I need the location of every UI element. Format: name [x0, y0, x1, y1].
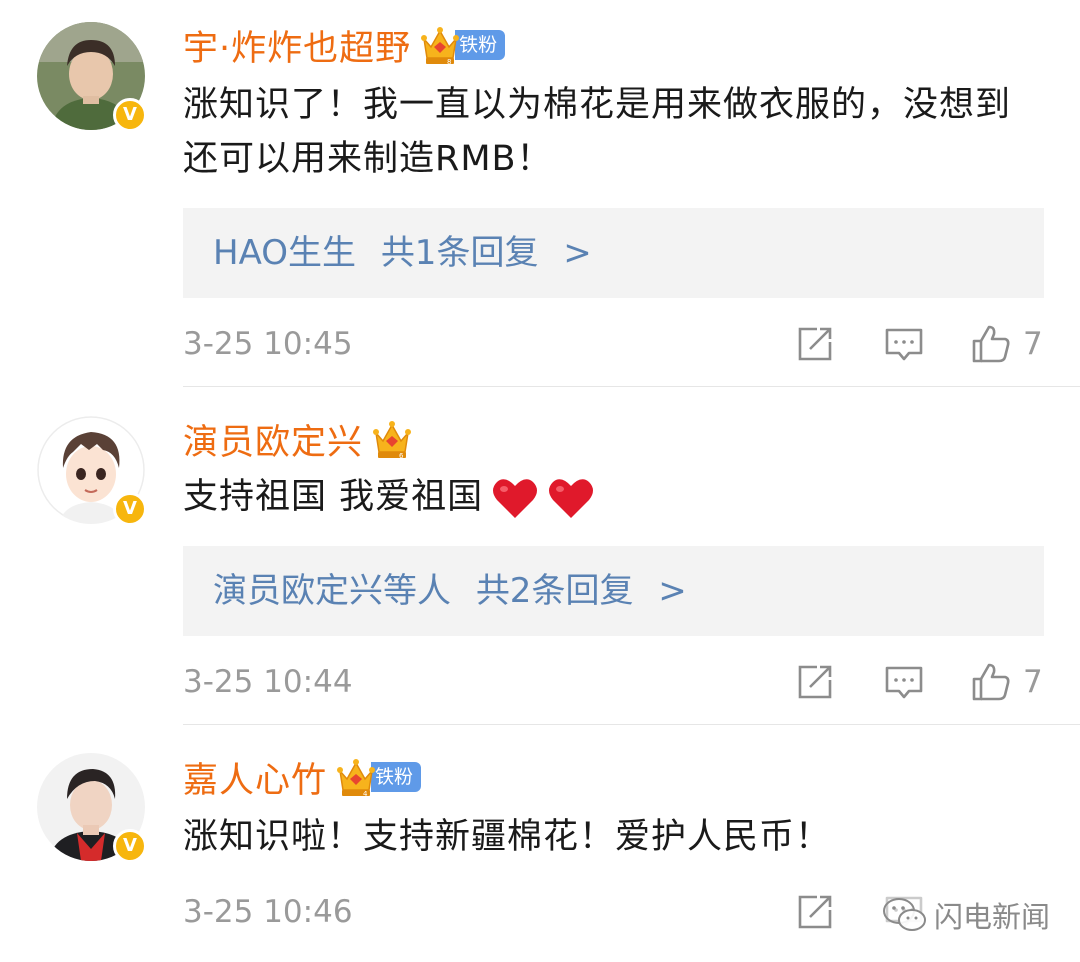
comment-meta: 3-25 10:45 7 [183, 319, 1048, 369]
watermark: 闪电新闻 [882, 893, 1051, 937]
heart-icon [493, 479, 538, 518]
comment-icon[interactable] [883, 661, 925, 703]
comment-text-body: 支持祖国 我爱祖国 [183, 477, 484, 517]
wechat-icon [883, 898, 926, 931]
share-icon[interactable] [794, 891, 836, 933]
watermark-text: 闪电新闻 [934, 900, 1051, 934]
crown-badge-icon: 8 [421, 25, 460, 66]
like-icon[interactable] [970, 323, 1012, 365]
divider [183, 386, 1080, 387]
timestamp: 3-25 10:46 [183, 894, 353, 930]
verified-badge-icon: V [113, 98, 147, 132]
like-icon[interactable] [970, 661, 1012, 703]
username[interactable]: 宇·炸炸也超野 [183, 20, 411, 71]
svg-text:6: 6 [399, 452, 404, 459]
chevron-right-icon: > [563, 233, 592, 273]
share-icon[interactable] [794, 323, 836, 365]
like-count: 7 [1023, 664, 1043, 700]
timestamp: 3-25 10:44 [183, 664, 353, 700]
avatar[interactable]: V [37, 22, 147, 132]
comment-text: 支持祖国 我爱祖国 [183, 470, 1043, 524]
svg-text:8: 8 [447, 58, 451, 65]
share-icon[interactable] [794, 661, 836, 703]
username[interactable]: 演员欧定兴 [183, 414, 363, 465]
verified-badge-icon: V [113, 492, 147, 526]
username-row: 嘉人心竹 4 铁粉 [183, 752, 422, 803]
comment-meta: 3-25 10:44 7 [183, 657, 1048, 707]
avatar[interactable]: V [37, 416, 147, 526]
chevron-right-icon: > [658, 571, 687, 611]
avatar[interactable]: V [37, 753, 147, 863]
divider [183, 724, 1080, 725]
username-row: 宇·炸炸也超野 8 铁粉 [183, 20, 506, 71]
comment-icon[interactable] [883, 323, 925, 365]
comment-text: 涨知识了！我一直以为棉花是用来做衣服的，没想到还可以用来制造RMB！ [183, 85, 1012, 179]
crown-badge-icon: 6 [373, 419, 412, 460]
timestamp: 3-25 10:45 [183, 326, 353, 362]
replies-link[interactable]: HAO生生 共1条回复 > [183, 208, 1044, 298]
heart-icon [549, 479, 594, 518]
username-row: 演员欧定兴 6 [183, 414, 412, 465]
crown-badge-icon: 4 [337, 757, 376, 798]
replies-link[interactable]: 演员欧定兴等人 共2条回复 > [183, 546, 1044, 636]
svg-text:4: 4 [363, 790, 368, 797]
fan-badge: 铁粉 [371, 762, 422, 792]
replies-names: HAO生生 [213, 233, 356, 273]
fan-badge: 铁粉 [455, 30, 506, 60]
like-count: 7 [1023, 326, 1043, 362]
comment-text: 涨知识啦！支持新疆棉花！爱护人民币！ [183, 817, 832, 857]
replies-count: 共2条回复 [475, 571, 634, 611]
username[interactable]: 嘉人心竹 [183, 752, 327, 803]
replies-names: 演员欧定兴等人 [213, 571, 451, 611]
replies-count: 共1条回复 [380, 233, 539, 273]
verified-badge-icon: V [113, 829, 147, 863]
